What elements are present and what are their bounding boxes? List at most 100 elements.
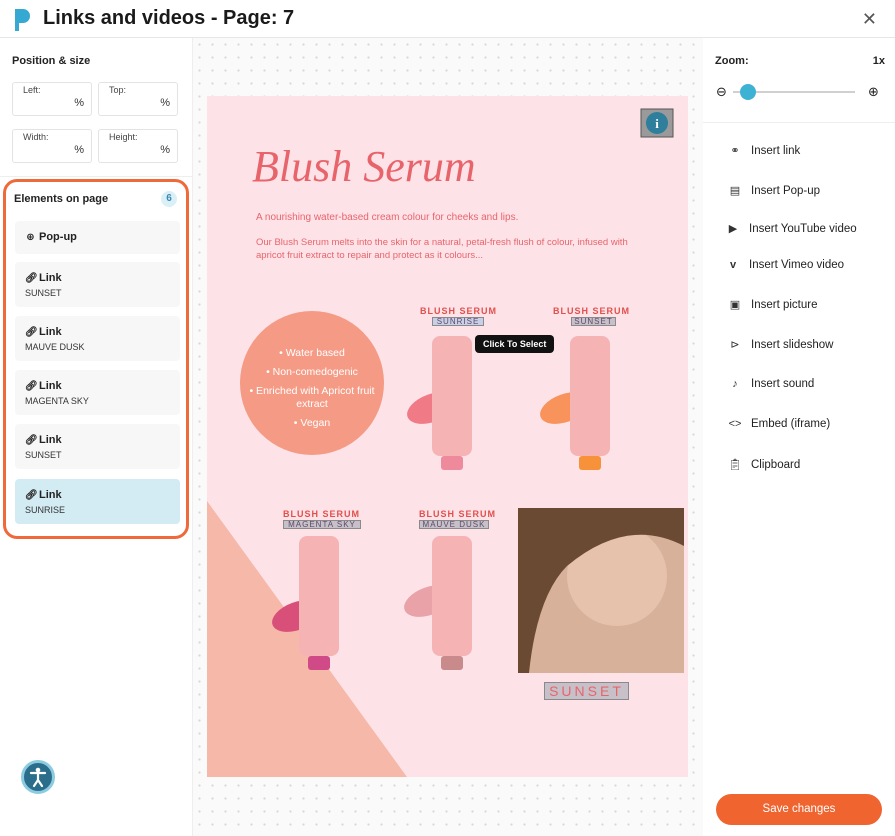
left-field[interactable]: Left: % [12, 82, 92, 116]
element-item-link-sunrise[interactable]: 🔗︎Link SUNRISE [15, 479, 180, 524]
link-icon: 🔗︎ [25, 381, 38, 392]
link-icon: 🔗︎ [25, 435, 38, 446]
insert-sound-button[interactable]: ♪ Insert sound [727, 378, 814, 390]
element-item-sub: SUNSET [25, 450, 62, 460]
youtube-icon: ▶ [728, 223, 738, 235]
element-item-link-sunset[interactable]: 🔗︎Link SUNSET [15, 262, 180, 307]
plus-circle-icon: ⊕ [26, 232, 35, 243]
zoom-row: Zoom: 1x [715, 55, 885, 67]
element-item-label: Link [39, 380, 62, 392]
feature-item: • Water based [279, 347, 345, 359]
product-name: BLUSH SERUM [553, 306, 631, 316]
embed-icon: <> [728, 418, 742, 430]
product-name: BLUSH SERUM [283, 509, 361, 519]
element-item-sub: SUNSET [25, 288, 62, 298]
product-link-mauve-dusk[interactable]: MAUVE DUSK [419, 520, 489, 529]
tube-1 [432, 336, 472, 470]
product-link-sunset-photo[interactable]: SUNSET [544, 682, 629, 700]
link-icon: ⚭ [730, 145, 740, 157]
svg-text:i: i [655, 116, 659, 131]
insert-popup-button[interactable]: ▤ Insert Pop-up [727, 184, 821, 198]
tube-3 [299, 536, 339, 670]
width-field-label: Width: [23, 132, 49, 142]
menu-label: Insert Vimeo video [749, 259, 845, 271]
product-link-sunrise[interactable]: SUNRISE [432, 317, 484, 326]
divider [0, 176, 192, 177]
zoom-in-icon[interactable]: ⊕ [868, 84, 879, 100]
link-icon: 🔗︎ [25, 273, 38, 284]
elements-count-badge: 6 [161, 191, 177, 207]
app-logo-icon [15, 9, 30, 31]
zoom-label: Zoom: [715, 55, 749, 67]
product-name: BLUSH SERUM [420, 306, 498, 316]
sound-icon: ♪ [732, 378, 738, 390]
page-background: i [207, 108, 684, 777]
height-field-label: Height: [109, 132, 138, 142]
product-link-magenta-sky[interactable]: MAGENTA SKY [283, 520, 361, 529]
elements-panel: Elements on page 6 ⊕ Pop-up 🔗︎Link SUNSET… [3, 179, 189, 539]
feature-item: • Enriched with Apricot fruit extract [249, 385, 375, 410]
feature-item: • Vegan [293, 417, 331, 429]
element-item-link-sunset-2[interactable]: 🔗︎Link SUNSET [15, 424, 180, 469]
popup-icon: ▤ [729, 185, 741, 197]
left-field-label: Left: [23, 85, 41, 95]
features-list: • Water based • Non-comedogenic • Enrich… [247, 344, 377, 433]
zoom-slider-handle[interactable] [740, 84, 756, 100]
element-item-sub: MAGENTA SKY [25, 396, 89, 406]
element-item-link-magenta-sky[interactable]: 🔗︎Link MAGENTA SKY [15, 370, 180, 415]
element-item-sub: SUNRISE [25, 505, 66, 515]
close-icon[interactable]: ✕ [862, 9, 877, 30]
insert-link-button[interactable]: ⚭ Insert link [727, 144, 801, 158]
insert-youtube-button[interactable]: ▶ Insert YouTube video [725, 222, 857, 236]
menu-label: Clipboard [751, 458, 801, 471]
element-item-link-mauve-dusk[interactable]: 🔗︎Link MAUVE DUSK [15, 316, 180, 361]
zoom-out-icon[interactable]: ⊖ [716, 84, 727, 100]
menu-label: Insert Pop-up [751, 184, 821, 197]
insert-vimeo-button[interactable]: v Insert Vimeo video [725, 259, 844, 271]
page-subtitle: A nourishing water-based cream colour fo… [256, 212, 519, 223]
element-item-label: Link [39, 489, 62, 501]
page-body: Our Blush Serum melts into the skin for … [256, 237, 628, 261]
product-link-sunset[interactable]: SUNSET [571, 317, 616, 326]
top-field[interactable]: Top: % [98, 82, 178, 116]
accessibility-icon[interactable] [21, 760, 55, 794]
element-item-label: Link [39, 326, 62, 338]
element-item-label: Link [39, 434, 62, 446]
top-field-label: Top: [109, 85, 127, 95]
page-title: Blush Serum [252, 142, 476, 191]
right-panel: Zoom: 1x ⊖ ⊕ ⚭ Insert link ▤ Insert Pop-up… [703, 38, 895, 836]
insert-picture-button[interactable]: ▣ Insert picture [727, 298, 818, 312]
height-field[interactable]: Height: % [98, 129, 178, 163]
divider [703, 122, 895, 123]
window-title: Links and videos - Page: 7 [43, 7, 295, 29]
clipboard-button[interactable]: 📋︎ Clipboard [727, 458, 801, 472]
insert-slideshow-button[interactable]: ⊳ Insert slideshow [727, 338, 834, 352]
element-item-label: Link [39, 272, 62, 284]
menu-label: Insert sound [751, 378, 815, 390]
product-name: BLUSH SERUM [419, 509, 497, 519]
click-to-select-tooltip: Click To Select [475, 335, 555, 353]
menu-label: Insert YouTube video [749, 222, 857, 235]
menu-label: Insert link [751, 144, 801, 157]
title-bar: Links and videos - Page: 7 ✕ [0, 0, 895, 38]
element-item-label: Pop-up [39, 231, 77, 243]
element-item-sub: MAUVE DUSK [25, 342, 85, 352]
embed-iframe-button[interactable]: <> Embed (iframe) [727, 418, 831, 430]
top-field-unit: % [160, 97, 170, 109]
zoom-value: 1x [872, 55, 885, 67]
menu-label: Insert picture [751, 298, 818, 311]
picture-icon: ▣ [729, 299, 741, 311]
menu-label: Embed (iframe) [751, 418, 831, 430]
width-field-unit: % [74, 144, 84, 156]
save-changes-button[interactable]: Save changes [716, 794, 882, 825]
width-field[interactable]: Width: % [12, 129, 92, 163]
vimeo-icon: v [729, 259, 737, 271]
elements-title: Elements on page [14, 193, 109, 205]
element-item-popup[interactable]: ⊕ Pop-up [15, 221, 180, 254]
left-panel: Position & size Left: % Top: % Width: % … [0, 38, 193, 836]
menu-label: Insert slideshow [751, 338, 834, 351]
link-icon: 🔗︎ [25, 327, 38, 338]
magazine-page[interactable]: i Blush Serum A nourishing water-based c… [207, 96, 688, 777]
feature-item: • Non-comedogenic [266, 366, 358, 378]
height-field-unit: % [160, 144, 170, 156]
